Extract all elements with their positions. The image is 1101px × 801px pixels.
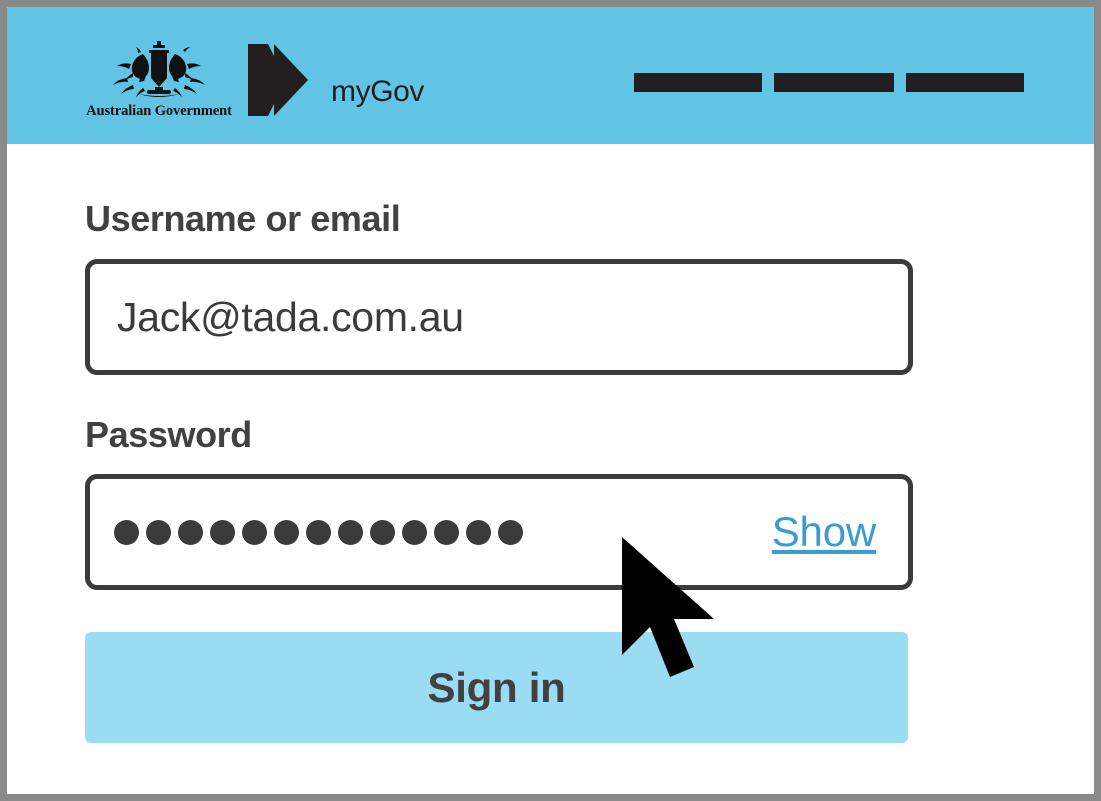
mygov-wordmark: myGov [331, 75, 425, 108]
password-dot [306, 519, 331, 545]
username-label: Username or email [85, 198, 401, 239]
password-label: Password [85, 414, 252, 455]
password-dot [242, 519, 267, 545]
password-input[interactable]: Show [85, 474, 913, 590]
password-dot [370, 519, 395, 545]
password-dot [498, 519, 523, 545]
password-dot [434, 519, 459, 545]
password-dot [178, 519, 203, 545]
australian-government-crest: Australian Government [86, 40, 232, 120]
site-header: Australian Government myGov [7, 7, 1094, 144]
nav-placeholder-3[interactable] [906, 73, 1024, 92]
username-input[interactable]: Jack@tada.com.au [85, 259, 913, 375]
signin-form: Username or email Jack@tada.com.au Passw… [85, 144, 913, 743]
password-dot [466, 519, 491, 545]
password-masked-value [114, 519, 523, 545]
australian-coat-of-arms-icon [113, 41, 205, 97]
sign-in-button-label: Sign in [427, 663, 566, 711]
password-dot [402, 519, 427, 545]
show-password-link[interactable]: Show [772, 509, 876, 554]
nav-placeholder-1[interactable] [634, 73, 762, 92]
crest-label: Australian Government [86, 103, 232, 119]
sign-in-button[interactable]: Sign in [85, 632, 908, 743]
password-dot [338, 519, 363, 545]
password-dot [210, 519, 235, 545]
password-dot [274, 519, 299, 545]
username-input-value: Jack@tada.com.au [117, 293, 464, 340]
password-dot [146, 519, 171, 545]
header-nav [634, 73, 1024, 92]
mygov-chevron-icon [248, 44, 308, 116]
mygov-signin-page: Australian Government myGov Username or … [0, 0, 1101, 801]
mygov-logo[interactable]: myGov [246, 42, 424, 118]
password-dot [114, 519, 139, 545]
nav-placeholder-2[interactable] [774, 73, 894, 92]
brand-lockup: Australian Government myGov [86, 40, 424, 120]
